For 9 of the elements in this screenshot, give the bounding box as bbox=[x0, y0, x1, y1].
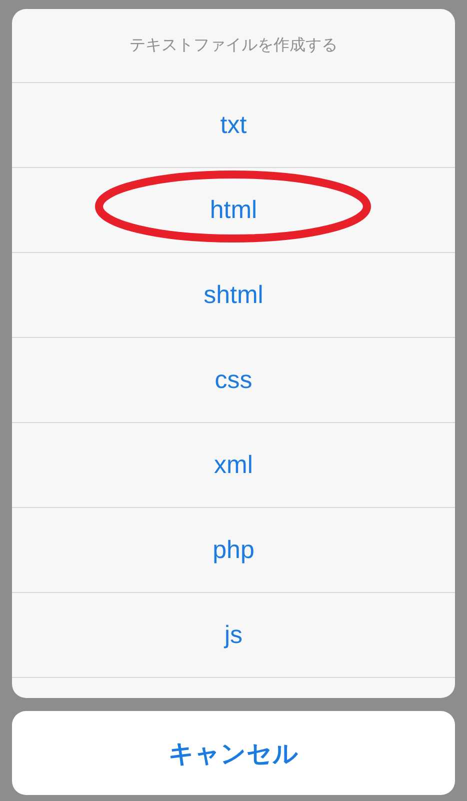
cancel-button[interactable]: キャンセル bbox=[12, 711, 455, 795]
option-item[interactable]: css bbox=[204, 362, 262, 398]
option-item[interactable]: js bbox=[214, 616, 253, 654]
option-item[interactable]: txt bbox=[210, 106, 257, 144]
option-item[interactable]: shtml bbox=[194, 276, 274, 314]
option-item[interactable]: xml bbox=[204, 446, 263, 484]
option-item[interactable]: html bbox=[200, 192, 268, 228]
sheet-title: テキストファイルを作成する bbox=[128, 34, 338, 56]
option-item[interactable]: php bbox=[202, 532, 264, 568]
